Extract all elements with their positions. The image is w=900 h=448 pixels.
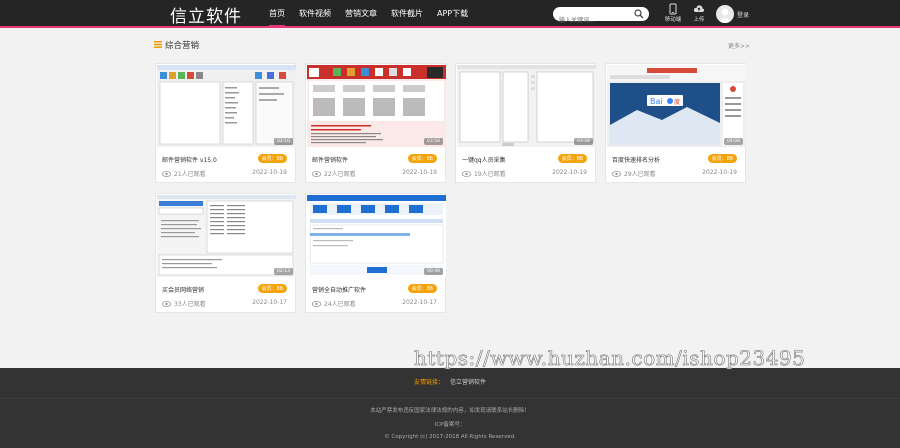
video-card[interactable]: 00:48 营销全自动推广软件 会员：88 24人已观看 2022-10-17: [305, 193, 446, 313]
mobile-button[interactable]: 移动端: [661, 3, 685, 23]
video-card[interactable]: 02:13 买会员网络营销 会员：88 33人已观看 2022-10-17: [155, 193, 296, 313]
view-count-text: 19人已观看: [474, 171, 506, 178]
nav-home[interactable]: 首页: [262, 0, 292, 28]
upload-label: 上传: [693, 17, 705, 23]
publish-date: 2022-10-19: [552, 169, 587, 176]
main-nav: 首页 软件视频 营销文章 软件截片 APP下载: [262, 0, 475, 28]
eye-icon: [312, 300, 321, 307]
video-title[interactable]: 百度快速排名分析: [612, 155, 660, 164]
price-badge: 会员：88: [257, 284, 287, 293]
section-header: 综合营销 更多>>: [154, 38, 750, 52]
video-thumbnail[interactable]: 02:13: [157, 195, 296, 277]
nav-software-video[interactable]: 软件视频: [292, 0, 338, 28]
view-count: 33人已观看: [162, 299, 206, 308]
list-icon: [154, 41, 162, 48]
video-duration: 03:28: [574, 138, 593, 145]
eye-icon: [462, 170, 471, 177]
nav-software-clips[interactable]: 软件截片: [384, 0, 430, 28]
icp-number: ICP备案号：: [434, 422, 466, 428]
publish-date: 2022-10-19: [252, 169, 287, 176]
nav-app-download[interactable]: APP下载: [430, 0, 475, 28]
video-duration: 04:08: [724, 138, 743, 145]
view-count: 24人已观看: [312, 299, 356, 308]
view-count-text: 29人已观看: [624, 171, 656, 178]
friend-links: 友情链接： 信立营销软件: [0, 368, 900, 399]
video-title[interactable]: 买会员网络营销: [162, 285, 204, 294]
eye-icon: [612, 170, 621, 177]
eye-icon: [162, 300, 171, 307]
video-card[interactable]: 03:28 一键qq人员采集 会员：88 19人已观看 2022-10-19: [455, 63, 596, 183]
svg-text:度: 度: [674, 98, 680, 106]
price-badge: 会员：88: [257, 154, 287, 163]
friend-links-label: 友情链接：: [413, 379, 444, 386]
mobile-label: 移动端: [664, 17, 682, 23]
copyright: © Copyright (c) 2017-2018 All Rights Res…: [384, 434, 516, 440]
view-count: 22人已观看: [312, 169, 356, 178]
video-card[interactable]: 03:58 邮件营销软件 会员：88 22人已观看 2022-10-19: [305, 63, 446, 183]
watermark-text: https://www.huzhan.com/ishop23495: [414, 346, 806, 371]
video-duration: 00:48: [424, 268, 443, 275]
video-card[interactable]: 02:10 邮件营销软件 v15.0 会员：88 21人已观看 2022-10-…: [155, 63, 296, 183]
software-screenshot: [157, 195, 296, 277]
video-thumbnail[interactable]: 03:58: [307, 65, 446, 147]
user-icon: [718, 8, 732, 23]
video-thumbnail[interactable]: 02:10: [157, 65, 296, 147]
software-screenshot: [157, 65, 296, 147]
price-badge: 会员：88: [407, 284, 437, 293]
search-box: [553, 7, 649, 28]
avatar[interactable]: [716, 5, 734, 23]
mobile-icon: [669, 3, 677, 15]
software-screenshot: Bai 度: [607, 65, 746, 147]
friend-link[interactable]: 信立营销软件: [450, 379, 486, 386]
video-thumbnail[interactable]: 00:48: [307, 195, 446, 277]
video-thumbnail[interactable]: 03:28: [457, 65, 596, 147]
publish-date: 2022-10-17: [402, 299, 437, 306]
nav-marketing-articles[interactable]: 营销文章: [338, 0, 384, 28]
site-logo[interactable]: 信立软件: [170, 2, 242, 27]
view-count: 19人已观看: [462, 169, 506, 178]
eye-icon: [312, 170, 321, 177]
footer-notice: 本站严禁发布违反国家法律法规的内容，如发现请联系站长删除！: [370, 408, 530, 414]
view-count-text: 22人已观看: [324, 171, 356, 178]
view-count: 21人已观看: [162, 169, 206, 178]
site-footer: 友情链接： 信立营销软件 本站严禁发布违反国家法律法规的内容，如发现请联系站长删除…: [0, 368, 900, 448]
view-count-text: 21人已观看: [174, 171, 206, 178]
publish-date: 2022-10-19: [402, 169, 437, 176]
video-title[interactable]: 一键qq人员采集: [462, 155, 506, 164]
upload-button[interactable]: 上传: [687, 3, 711, 23]
video-thumbnail[interactable]: Bai 度 04:08: [607, 65, 746, 147]
price-badge: 会员：88: [707, 154, 737, 163]
view-count: 29人已观看: [612, 169, 656, 178]
video-title[interactable]: 营销全自动推广软件: [312, 285, 366, 294]
video-duration: 02:13: [274, 268, 293, 275]
publish-date: 2022-10-19: [702, 169, 737, 176]
publish-date: 2022-10-17: [252, 299, 287, 306]
software-screenshot: [457, 65, 596, 147]
section-title: 综合营销: [165, 41, 200, 51]
price-badge: 会员：88: [557, 154, 587, 163]
login-link[interactable]: 登录: [737, 10, 749, 19]
cloud-upload-icon: [693, 5, 705, 12]
more-link[interactable]: 更多>>: [728, 41, 750, 50]
search-input[interactable]: [553, 13, 631, 28]
video-card[interactable]: Bai 度 04:08 百度快速排名分析 会员：88 29人已观看 2022-1…: [605, 63, 746, 183]
video-title[interactable]: 邮件营销软件: [312, 155, 348, 164]
svg-text:Bai: Bai: [650, 97, 663, 106]
view-count-text: 33人已观看: [174, 301, 206, 308]
video-duration: 02:10: [274, 138, 293, 145]
video-title[interactable]: 邮件营销软件 v15.0: [162, 155, 217, 164]
top-header: 信立软件 首页 软件视频 营销文章 软件截片 APP下载 移动端 上传 登录: [0, 0, 900, 28]
price-badge: 会员：88: [407, 154, 437, 163]
software-screenshot: [307, 65, 446, 147]
software-screenshot: [307, 195, 446, 277]
view-count-text: 24人已观看: [324, 301, 356, 308]
video-duration: 03:58: [424, 138, 443, 145]
search-icon[interactable]: [634, 9, 644, 19]
eye-icon: [162, 170, 171, 177]
